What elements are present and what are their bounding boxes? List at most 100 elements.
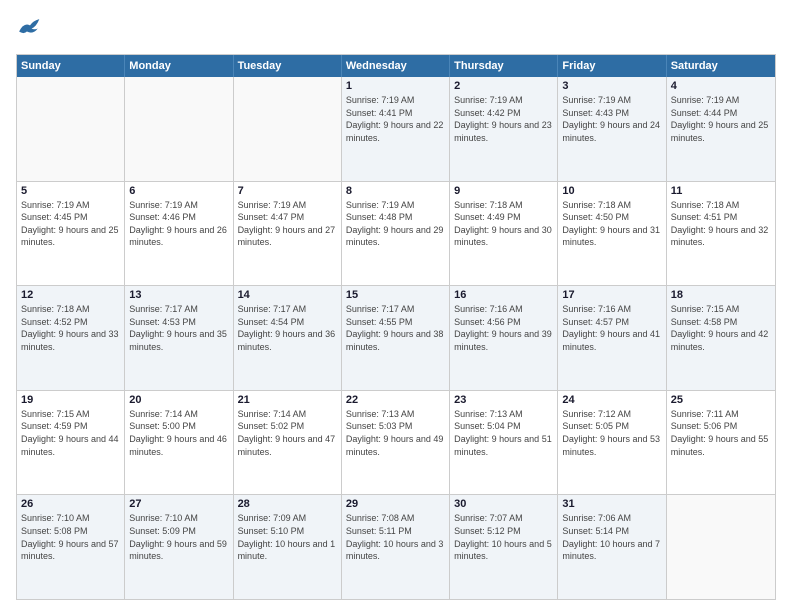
day-info: Sunrise: 7:14 AM Sunset: 5:00 PM Dayligh… (129, 408, 228, 458)
logo (16, 16, 48, 44)
calendar-cell: 6 Sunrise: 7:19 AM Sunset: 4:46 PM Daylig… (125, 182, 233, 286)
calendar-cell: 26 Sunrise: 7:10 AM Sunset: 5:08 PM Dayli… (17, 495, 125, 599)
calendar-cell: 8 Sunrise: 7:19 AM Sunset: 4:48 PM Daylig… (342, 182, 450, 286)
calendar-cell: 1 Sunrise: 7:19 AM Sunset: 4:41 PM Daylig… (342, 77, 450, 181)
day-info: Sunrise: 7:18 AM Sunset: 4:50 PM Dayligh… (562, 199, 661, 249)
calendar-row: 19 Sunrise: 7:15 AM Sunset: 4:59 PM Dayli… (17, 390, 775, 495)
calendar-cell (667, 495, 775, 599)
day-number: 11 (671, 185, 771, 197)
day-number: 31 (562, 498, 661, 510)
day-number: 25 (671, 394, 771, 406)
calendar-cell: 22Sunrise: 7:13 AM Sunset: 5:03 PM Dayli… (342, 391, 450, 495)
calendar-cell: 7 Sunrise: 7:19 AM Sunset: 4:47 PM Daylig… (234, 182, 342, 286)
day-info: Sunrise: 7:12 AM Sunset: 5:05 PM Dayligh… (562, 408, 661, 458)
day-number: 28 (238, 498, 337, 510)
calendar-cell: 9 Sunrise: 7:18 AM Sunset: 4:49 PM Daylig… (450, 182, 558, 286)
day-info: Sunrise: 7:19 AM Sunset: 4:45 PM Dayligh… (21, 199, 120, 249)
day-info: Sunrise: 7:19 AM Sunset: 4:41 PM Dayligh… (346, 94, 445, 144)
day-number: 26 (21, 498, 120, 510)
calendar-cell: 15 Sunrise: 7:17 AM Sunset: 4:55 PM Dayli… (342, 286, 450, 390)
page-header (16, 16, 776, 44)
calendar-cell: 21 Sunrise: 7:14 AM Sunset: 5:02 PM Dayli… (234, 391, 342, 495)
day-info: Sunrise: 7:19 AM Sunset: 4:43 PM Dayligh… (562, 94, 661, 144)
calendar-cell: 12 Sunrise: 7:18 AM Sunset: 4:52 PM Dayli… (17, 286, 125, 390)
calendar-cell: 29Sunrise: 7:08 AM Sunset: 5:11 PM Dayli… (342, 495, 450, 599)
calendar-cell: 25 Sunrise: 7:11 AM Sunset: 5:06 PM Dayli… (667, 391, 775, 495)
day-number: 14 (238, 289, 337, 301)
day-info: Sunrise: 7:10 AM Sunset: 5:09 PM Dayligh… (129, 512, 228, 562)
calendar-cell: 14 Sunrise: 7:17 AM Sunset: 4:54 PM Dayli… (234, 286, 342, 390)
day-number: 19 (21, 394, 120, 406)
calendar-cell: 16 Sunrise: 7:16 AM Sunset: 4:56 PM Dayli… (450, 286, 558, 390)
day-number: 13 (129, 289, 228, 301)
calendar-cell (125, 77, 233, 181)
day-number: 30 (454, 498, 553, 510)
day-number: 5 (21, 185, 120, 197)
calendar-cell: 30 Sunrise: 7:07 AM Sunset: 5:12 PM Dayli… (450, 495, 558, 599)
day-info: Sunrise: 7:19 AM Sunset: 4:46 PM Dayligh… (129, 199, 228, 249)
day-number: 23 (454, 394, 553, 406)
calendar-cell: 31 Sunrise: 7:06 AM Sunset: 5:14 PM Dayli… (558, 495, 666, 599)
calendar-header: SundayMondayTuesdayWednesdayThursdayFrid… (17, 55, 775, 77)
day-number: 18 (671, 289, 771, 301)
weekday-header: Wednesday (342, 55, 450, 77)
day-info: Sunrise: 7:11 AM Sunset: 5:06 PM Dayligh… (671, 408, 771, 458)
day-info: Sunrise: 7:17 AM Sunset: 4:55 PM Dayligh… (346, 303, 445, 353)
day-info: Sunrise: 7:16 AM Sunset: 4:56 PM Dayligh… (454, 303, 553, 353)
calendar-cell: 23 Sunrise: 7:13 AM Sunset: 5:04 PM Dayli… (450, 391, 558, 495)
calendar-cell: 20 Sunrise: 7:14 AM Sunset: 5:00 PM Dayli… (125, 391, 233, 495)
day-number: 15 (346, 289, 445, 301)
weekday-header: Sunday (17, 55, 125, 77)
day-number: 3 (562, 80, 661, 92)
calendar-row: 1 Sunrise: 7:19 AM Sunset: 4:41 PM Daylig… (17, 77, 775, 181)
weekday-header: Tuesday (234, 55, 342, 77)
calendar-cell: 19 Sunrise: 7:15 AM Sunset: 4:59 PM Dayli… (17, 391, 125, 495)
calendar-row: 26 Sunrise: 7:10 AM Sunset: 5:08 PM Dayli… (17, 494, 775, 599)
day-number: 10 (562, 185, 661, 197)
day-number: 7 (238, 185, 337, 197)
day-info: Sunrise: 7:08 AM Sunset: 5:11 PM Dayligh… (346, 512, 445, 562)
weekday-header: Friday (558, 55, 666, 77)
day-info: Sunrise: 7:15 AM Sunset: 4:58 PM Dayligh… (671, 303, 771, 353)
day-info: Sunrise: 7:17 AM Sunset: 4:53 PM Dayligh… (129, 303, 228, 353)
day-info: Sunrise: 7:19 AM Sunset: 4:47 PM Dayligh… (238, 199, 337, 249)
day-info: Sunrise: 7:18 AM Sunset: 4:49 PM Dayligh… (454, 199, 553, 249)
calendar-cell: 27 Sunrise: 7:10 AM Sunset: 5:09 PM Dayli… (125, 495, 233, 599)
day-number: 12 (21, 289, 120, 301)
day-number: 20 (129, 394, 228, 406)
calendar-cell: 24 Sunrise: 7:12 AM Sunset: 5:05 PM Dayli… (558, 391, 666, 495)
day-info: Sunrise: 7:18 AM Sunset: 4:51 PM Dayligh… (671, 199, 771, 249)
day-info: Sunrise: 7:13 AM Sunset: 5:04 PM Dayligh… (454, 408, 553, 458)
day-info: Sunrise: 7:14 AM Sunset: 5:02 PM Dayligh… (238, 408, 337, 458)
logo-icon (16, 16, 44, 44)
calendar-cell: 11 Sunrise: 7:18 AM Sunset: 4:51 PM Dayli… (667, 182, 775, 286)
day-number: 21 (238, 394, 337, 406)
day-number: 16 (454, 289, 553, 301)
weekday-header: Thursday (450, 55, 558, 77)
day-number: 8 (346, 185, 445, 197)
day-number: 9 (454, 185, 553, 197)
day-number: 1 (346, 80, 445, 92)
calendar-cell: 3 Sunrise: 7:19 AM Sunset: 4:43 PM Daylig… (558, 77, 666, 181)
calendar-row: 5 Sunrise: 7:19 AM Sunset: 4:45 PM Daylig… (17, 181, 775, 286)
calendar-cell: 17Sunrise: 7:16 AM Sunset: 4:57 PM Dayli… (558, 286, 666, 390)
day-info: Sunrise: 7:19 AM Sunset: 4:42 PM Dayligh… (454, 94, 553, 144)
day-info: Sunrise: 7:10 AM Sunset: 5:08 PM Dayligh… (21, 512, 120, 562)
day-info: Sunrise: 7:19 AM Sunset: 4:48 PM Dayligh… (346, 199, 445, 249)
day-info: Sunrise: 7:18 AM Sunset: 4:52 PM Dayligh… (21, 303, 120, 353)
calendar: SundayMondayTuesdayWednesdayThursdayFrid… (16, 54, 776, 600)
day-number: 27 (129, 498, 228, 510)
day-info: Sunrise: 7:19 AM Sunset: 4:44 PM Dayligh… (671, 94, 771, 144)
day-number: 17 (562, 289, 661, 301)
day-number: 24 (562, 394, 661, 406)
calendar-cell: 2 Sunrise: 7:19 AM Sunset: 4:42 PM Daylig… (450, 77, 558, 181)
day-number: 6 (129, 185, 228, 197)
day-info: Sunrise: 7:15 AM Sunset: 4:59 PM Dayligh… (21, 408, 120, 458)
day-number: 2 (454, 80, 553, 92)
day-info: Sunrise: 7:07 AM Sunset: 5:12 PM Dayligh… (454, 512, 553, 562)
day-info: Sunrise: 7:06 AM Sunset: 5:14 PM Dayligh… (562, 512, 661, 562)
day-info: Sunrise: 7:17 AM Sunset: 4:54 PM Dayligh… (238, 303, 337, 353)
calendar-cell: 5 Sunrise: 7:19 AM Sunset: 4:45 PM Daylig… (17, 182, 125, 286)
calendar-cell: 4Sunrise: 7:19 AM Sunset: 4:44 PM Daylig… (667, 77, 775, 181)
calendar-cell (17, 77, 125, 181)
